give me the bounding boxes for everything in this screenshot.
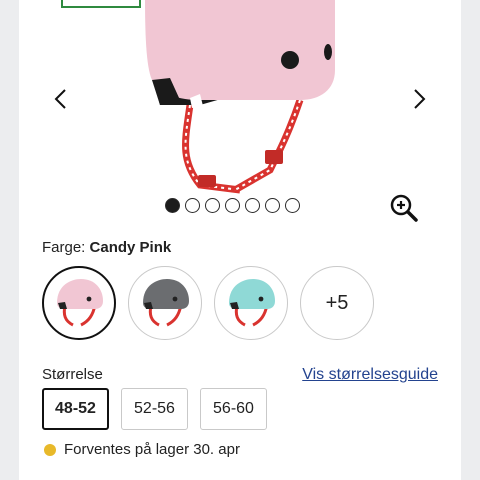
gallery-dot[interactable]: [265, 198, 280, 213]
gallery-prev-button[interactable]: [45, 84, 75, 114]
helmet-thumbnail: [143, 279, 189, 327]
gallery-dot[interactable]: [205, 198, 220, 213]
size-options: 48-52 52-56 56-60: [42, 388, 267, 430]
gallery-dot[interactable]: [285, 198, 300, 213]
stock-status-text: Forventes på lager 30. apr: [64, 441, 240, 458]
swatch-mint[interactable]: [214, 266, 288, 340]
stock-status-indicator: [44, 443, 56, 456]
chevron-right-icon: [414, 89, 426, 109]
size-guide-link[interactable]: Vis størrelsesguide: [302, 366, 438, 384]
zoom-button[interactable]: [386, 190, 422, 226]
size-option[interactable]: 56-60: [200, 388, 267, 430]
helmet-thumbnail: [229, 279, 275, 327]
helmet-thumbnail: [57, 279, 103, 327]
more-colors-label: +5: [325, 291, 349, 314]
size-option[interactable]: 52-56: [121, 388, 188, 430]
gallery-dot[interactable]: [245, 198, 260, 213]
color-label: Farge: Candy Pink: [42, 239, 171, 256]
color-selected-name: Candy Pink: [89, 239, 172, 256]
color-swatches: +5: [42, 266, 374, 340]
more-colors-button[interactable]: +5: [300, 266, 374, 340]
gallery-dot[interactable]: [185, 198, 200, 213]
gallery-dot[interactable]: [225, 198, 240, 213]
swatch-grey[interactable]: [128, 266, 202, 340]
chevron-left-icon: [54, 89, 66, 109]
gallery-dot[interactable]: [165, 198, 180, 213]
zoom-in-icon: [390, 194, 418, 222]
product-image[interactable]: [140, 0, 340, 225]
gallery-next-button[interactable]: [405, 84, 435, 114]
size-label: Størrelse: [42, 366, 103, 383]
swatch-candy-pink[interactable]: [42, 266, 116, 340]
size-option[interactable]: 48-52: [42, 388, 109, 430]
product-badge-frame: [61, 0, 141, 8]
stock-status: Forventes på lager 30. apr: [44, 441, 240, 458]
gallery-pagination: [165, 198, 300, 216]
color-label-prefix: Farge:: [42, 239, 86, 256]
